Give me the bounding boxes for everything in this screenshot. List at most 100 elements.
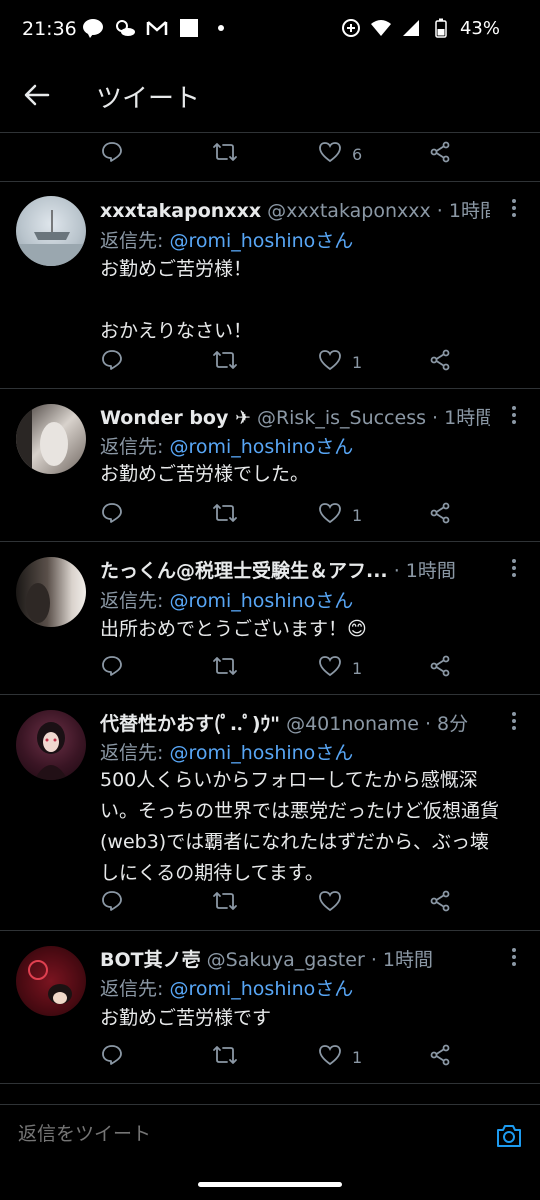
reply-icon: [100, 348, 124, 376]
notification-icons: [82, 17, 232, 39]
share-icon: [428, 501, 452, 529]
share-button[interactable]: [428, 501, 452, 529]
share-button[interactable]: [428, 1043, 452, 1071]
more-icon[interactable]: [510, 558, 518, 578]
retweet-icon: [212, 140, 238, 168]
reply-button[interactable]: [100, 889, 124, 917]
reply-button[interactable]: [100, 501, 124, 529]
more-icon[interactable]: [510, 198, 518, 218]
like-button[interactable]: 1: [318, 655, 362, 681]
share-icon: [428, 348, 452, 376]
more-icon[interactable]: [510, 711, 518, 731]
like-button[interactable]: [318, 890, 352, 916]
camera-icon[interactable]: [494, 1121, 524, 1151]
mention-link[interactable]: @romi_hoshinoさん: [169, 742, 353, 764]
back-arrow-icon[interactable]: [22, 80, 52, 110]
battery-percent: 43%: [459, 17, 500, 39]
divider: [0, 1083, 540, 1084]
reply-button[interactable]: [100, 1043, 124, 1071]
tweet-time: · 8分: [424, 713, 469, 735]
share-icon: [428, 889, 452, 917]
tweet-actions: 1: [100, 1042, 460, 1072]
display-name[interactable]: BOT其ノ壱: [100, 949, 201, 971]
share-icon: [428, 1043, 452, 1071]
share-button[interactable]: [428, 889, 452, 917]
mention-link[interactable]: @romi_hoshinoさん: [169, 230, 353, 252]
like-button[interactable]: 1: [318, 349, 362, 375]
like-button[interactable]: 1: [318, 502, 362, 528]
replying-to: 返信先: @romi_hoshinoさん: [100, 432, 353, 459]
reply-icon: [100, 889, 124, 917]
reply-tweet[interactable]: BOT其ノ壱 @Sakuya_gaster · 1時間 返信先: @romi_h…: [0, 931, 540, 1083]
reply-tweet[interactable]: たっくん@税理士受験生＆アフ... · 1時間 返信先: @romi_hoshi…: [0, 542, 540, 694]
display-name[interactable]: Wonder boy ✈: [100, 407, 251, 429]
avatar[interactable]: [16, 196, 86, 266]
user-handle[interactable]: @Sakuya_gaster: [207, 949, 365, 971]
system-icons: 43%: [340, 17, 500, 39]
avatar[interactable]: [16, 710, 86, 780]
tweet-text: お勤めご苦労様！ おかえりなさい！: [100, 258, 253, 342]
replying-to-label: 返信先:: [100, 978, 170, 1000]
gmail-icon: [146, 17, 168, 39]
like-icon: [318, 349, 342, 375]
reply-icon: [100, 140, 124, 168]
tweet-actions: 1: [100, 500, 460, 530]
user-handle[interactable]: @xxxtakaponxxx: [267, 200, 431, 222]
share-button[interactable]: [428, 654, 452, 682]
retweet-button[interactable]: [212, 1043, 238, 1071]
reply-button[interactable]: [100, 348, 124, 376]
retweet-icon: [212, 501, 238, 529]
replying-to-label: 返信先:: [100, 436, 170, 458]
reply-tweet[interactable]: xxxtakaponxxx @xxxtakaponxxx · 1時間 返信先: …: [0, 182, 540, 388]
retweet-button[interactable]: [212, 654, 238, 682]
mention-link[interactable]: @romi_hoshinoさん: [169, 436, 353, 458]
reply-button[interactable]: [100, 654, 124, 682]
avatar[interactable]: [16, 946, 86, 1016]
user-handle[interactable]: @Risk_is_Success: [257, 407, 426, 429]
reply-button[interactable]: [100, 140, 124, 168]
tweet-author-line: 代替性かおす(ﾟ..ﾟ)ｳ" @401noname · 8分: [100, 709, 490, 736]
more-icon[interactable]: [510, 947, 518, 967]
avatar[interactable]: [16, 557, 86, 627]
reply-tweet[interactable]: Wonder boy ✈ @Risk_is_Success · 1時間 返信先:…: [0, 389, 540, 541]
home-indicator[interactable]: [198, 1182, 342, 1187]
like-button[interactable]: 6: [318, 141, 362, 167]
tweet-author-line: Wonder boy ✈ @Risk_is_Success · 1時間: [100, 403, 490, 430]
tweet-time: · 1時間: [370, 949, 433, 971]
share-icon: [428, 654, 452, 682]
replying-to: 返信先: @romi_hoshinoさん: [100, 974, 353, 1001]
tweet-text: お勤めご苦労様でした。: [100, 463, 310, 485]
retweet-icon: [212, 348, 238, 376]
replying-to: 返信先: @romi_hoshinoさん: [100, 586, 353, 613]
signal-icon: [400, 17, 422, 39]
reply-input[interactable]: [16, 1123, 265, 1147]
retweet-button[interactable]: [212, 140, 238, 168]
share-button[interactable]: [428, 140, 452, 168]
display-name[interactable]: xxxtakaponxxx: [100, 200, 261, 222]
like-count: 1: [352, 352, 363, 372]
like-button[interactable]: 1: [318, 1044, 362, 1070]
line-icon: [82, 17, 104, 39]
display-name[interactable]: たっくん@税理士受験生＆アフ...: [100, 560, 388, 582]
reply-tweet[interactable]: 代替性かおす(ﾟ..ﾟ)ｳ" @401noname · 8分 返信先: @rom…: [0, 695, 540, 930]
like-icon: [318, 502, 342, 528]
tweet-actions: 1: [100, 653, 460, 683]
retweet-button[interactable]: [212, 501, 238, 529]
more-icon[interactable]: [510, 405, 518, 425]
mention-link[interactable]: @romi_hoshinoさん: [169, 978, 353, 1000]
mention-link[interactable]: @romi_hoshinoさん: [169, 590, 353, 612]
page-title: ツイート: [96, 84, 201, 114]
top-app-bar: ツイート: [0, 62, 540, 133]
replying-to: 返信先: @romi_hoshinoさん: [100, 738, 353, 765]
like-icon: [318, 141, 342, 167]
avatar[interactable]: [16, 404, 86, 474]
retweet-button[interactable]: [212, 889, 238, 917]
retweet-button[interactable]: [212, 348, 238, 376]
tweet-text: お勤めご苦労様です: [100, 1007, 272, 1029]
share-button[interactable]: [428, 348, 452, 376]
tweet-author-line: BOT其ノ壱 @Sakuya_gaster · 1時間: [100, 945, 490, 972]
tweet-text: 500人くらいからフォローしてたから感慨深い。そっちの世界では悪党だったけど仮想…: [100, 769, 500, 884]
display-name[interactable]: 代替性かおす(ﾟ..ﾟ)ｳ": [100, 713, 280, 735]
user-handle[interactable]: @401noname: [286, 713, 419, 735]
reply-composer: [0, 1104, 540, 1169]
